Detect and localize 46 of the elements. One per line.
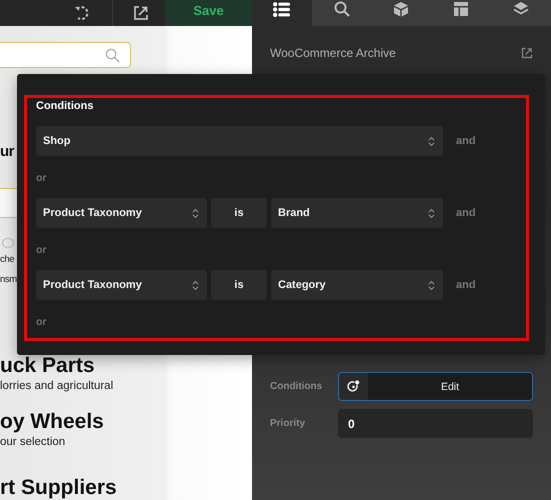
section-text: our selection bbox=[0, 435, 66, 450]
operator-field[interactable]: is bbox=[211, 270, 267, 300]
conditions-icon bbox=[347, 380, 360, 393]
layers-icon bbox=[513, 1, 530, 17]
and-link[interactable]: and bbox=[456, 279, 476, 291]
section-heading: ur bbox=[0, 142, 14, 162]
template-title: WooCommerce Archive bbox=[270, 46, 396, 60]
save-button[interactable]: Save bbox=[165, 0, 252, 26]
search-tab[interactable] bbox=[312, 0, 372, 26]
priority-label: Priority bbox=[270, 418, 306, 429]
search-icon bbox=[105, 48, 120, 62]
and-link[interactable]: and bbox=[456, 135, 476, 147]
search-field[interactable] bbox=[0, 42, 131, 68]
search-icon bbox=[334, 1, 350, 17]
section-text: nsm bbox=[0, 273, 17, 288]
value-select[interactable]: Brand bbox=[271, 198, 443, 228]
chevron-icon bbox=[428, 208, 435, 218]
undo-icon[interactable] bbox=[74, 5, 90, 21]
condition-select[interactable]: Shop bbox=[36, 126, 443, 156]
and-link[interactable]: and bbox=[456, 207, 476, 219]
edit-button[interactable]: Edit bbox=[368, 373, 532, 400]
conditions-field[interactable]: Edit bbox=[338, 372, 533, 401]
conditions-label: Conditions bbox=[270, 381, 324, 392]
cube-icon bbox=[393, 1, 410, 17]
radio-button[interactable] bbox=[2, 238, 14, 248]
condition-select[interactable]: Product Taxonomy bbox=[36, 198, 207, 228]
layers-tab[interactable] bbox=[491, 0, 551, 26]
priority-field[interactable]: 0 bbox=[338, 409, 533, 438]
popup-title: Conditions bbox=[36, 100, 94, 112]
layout-icon bbox=[453, 1, 470, 17]
section-text: che bbox=[0, 253, 14, 268]
export-icon[interactable] bbox=[521, 47, 533, 59]
section-heading: uck Parts bbox=[0, 354, 95, 378]
list-tab[interactable] bbox=[252, 0, 312, 26]
export-icon[interactable] bbox=[133, 5, 149, 21]
section-heading: oy Wheels bbox=[0, 410, 104, 434]
value-select[interactable]: Category bbox=[271, 270, 443, 300]
section-heading: rt Suppliers bbox=[0, 476, 117, 500]
chevron-icon bbox=[192, 208, 199, 218]
chevron-icon bbox=[428, 280, 435, 290]
section-text: lorries and agricultural bbox=[0, 379, 114, 394]
list-icon bbox=[273, 2, 290, 16]
operator-field[interactable]: is bbox=[211, 198, 267, 228]
chevron-icon bbox=[428, 136, 435, 146]
chevron-icon bbox=[192, 280, 199, 290]
condition-select[interactable]: Product Taxonomy bbox=[36, 270, 207, 300]
